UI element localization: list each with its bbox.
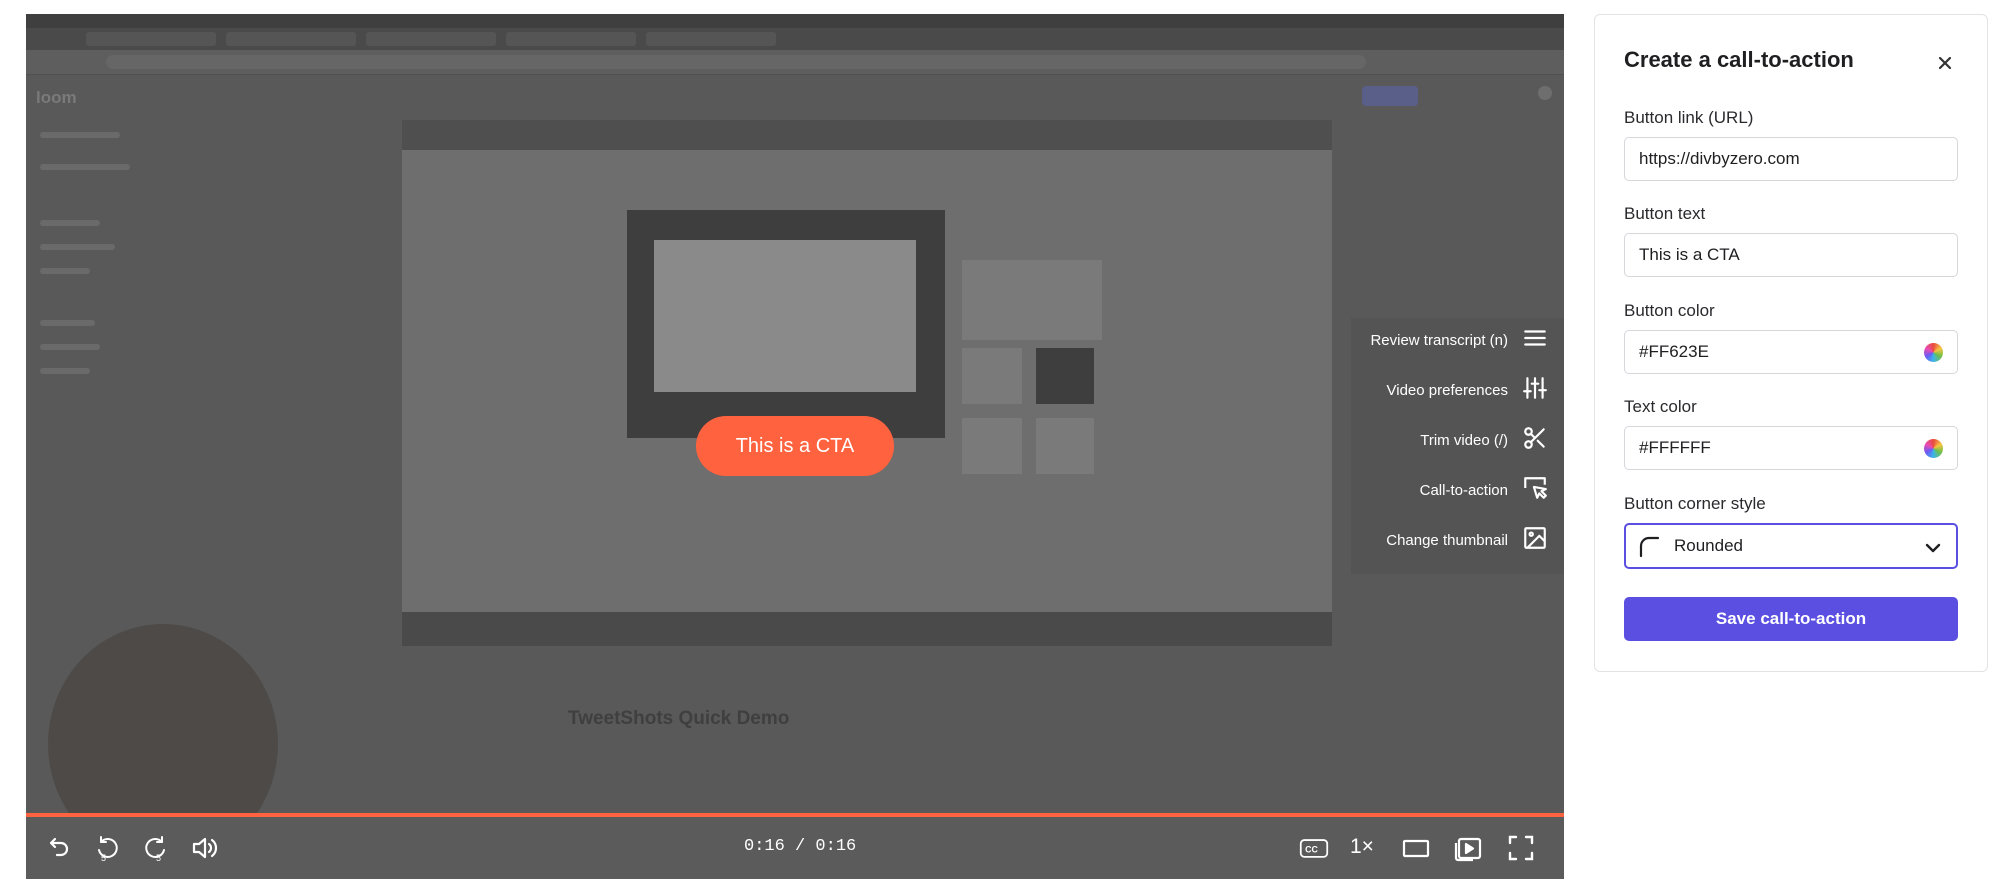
scissors-icon [1522, 425, 1548, 455]
undo-icon[interactable] [43, 833, 73, 863]
recorded-url-bar [26, 50, 1564, 75]
captions-label: CC [1305, 844, 1318, 854]
recorded-browser-tabs [26, 28, 1564, 50]
menu-item-label: Change thumbnail [1386, 531, 1508, 549]
text-input[interactable] [1624, 233, 1958, 277]
menu-item-label: Trim video (/) [1420, 431, 1508, 449]
recorded-sidebar-line [40, 244, 115, 250]
time-display: 0:16 / 0:16 [744, 837, 857, 856]
playback-speed[interactable]: 1× [1350, 835, 1380, 865]
menu-item-label: Video preferences [1386, 381, 1508, 399]
edit-menu: Review transcript (n) Video preferences … [1351, 318, 1564, 574]
recorded-sidebar-line [40, 132, 120, 138]
skip-back-seconds: 5 [101, 853, 106, 863]
recorded-screen-content [402, 120, 1332, 646]
text-color-input[interactable] [1624, 426, 1958, 470]
background-video-title: TweetShots Quick Demo [568, 708, 790, 729]
miniplayer-icon[interactable] [1453, 833, 1483, 863]
recorded-sidebar-line [40, 220, 100, 226]
cta-panel: Create a call-to-action Button link (URL… [1594, 14, 1988, 672]
skip-forward-seconds: 5 [156, 853, 161, 863]
color-picker-icon[interactable] [1924, 343, 1943, 362]
volume-icon[interactable] [190, 833, 220, 863]
text-label: Button text [1624, 204, 1706, 223]
rounded-corner-icon [1638, 535, 1662, 559]
image-icon [1522, 525, 1548, 555]
player-controls: 5 5 0:16 / 0:16 CC 1× [26, 817, 1564, 879]
recorded-sidebar-line [40, 268, 90, 274]
menu-item-video-preferences[interactable]: Video preferences [1387, 372, 1548, 408]
recorded-share-button [1362, 86, 1418, 106]
menu-item-change-thumbnail[interactable]: Change thumbnail [1386, 522, 1548, 558]
theater-mode-icon[interactable] [1401, 833, 1431, 863]
recorded-sidebar-line [40, 344, 100, 350]
save-cta-button[interactable]: Save call-to-action [1624, 597, 1958, 641]
chevron-down-icon [1922, 537, 1944, 559]
recorded-avatar [1538, 86, 1552, 100]
fullscreen-icon[interactable] [1506, 833, 1536, 863]
recorded-sidebar-line [40, 368, 90, 374]
button-color-label: Button color [1624, 301, 1715, 320]
recorded-sidebar-line [40, 164, 130, 170]
captions-icon[interactable]: CC [1299, 833, 1333, 863]
menu-item-label: Call-to-action [1419, 481, 1508, 499]
loom-logo: loom [36, 88, 77, 107]
corner-style-value: Rounded [1674, 536, 1744, 555]
link-label: Button link (URL) [1624, 108, 1754, 127]
skip-forward-5-icon[interactable]: 5 [141, 833, 171, 863]
skip-back-5-icon[interactable]: 5 [92, 833, 122, 863]
menu-item-trim-video[interactable]: Trim video (/) [1420, 422, 1548, 458]
color-picker-icon[interactable] [1924, 439, 1943, 458]
sliders-icon [1522, 375, 1548, 405]
cta-button[interactable]: This is a CTA [696, 416, 894, 476]
lines-icon [1522, 325, 1548, 355]
text-color-label: Text color [1624, 397, 1697, 416]
video-player[interactable]: loom TweetShots Quick Demo This is a CTA [26, 14, 1564, 879]
link-input[interactable] [1624, 137, 1958, 181]
recorded-sidebar-line [40, 320, 95, 326]
video-frame[interactable]: loom TweetShots Quick Demo This is a CTA [26, 14, 1564, 864]
button-color-input[interactable] [1624, 330, 1958, 374]
close-icon[interactable] [1931, 49, 1959, 77]
recorded-menu-bar [26, 14, 1564, 28]
corner-style-select[interactable]: Rounded [1624, 523, 1958, 569]
menu-item-call-to-action[interactable]: Call-to-action [1420, 472, 1548, 508]
cursor-click-icon [1522, 475, 1548, 505]
panel-title: Create a call-to-action [1624, 47, 1854, 72]
corner-style-label: Button corner style [1624, 494, 1766, 513]
menu-item-label: Review transcript (n) [1370, 331, 1508, 349]
menu-item-review-transcript[interactable]: Review transcript (n) [1370, 322, 1548, 358]
